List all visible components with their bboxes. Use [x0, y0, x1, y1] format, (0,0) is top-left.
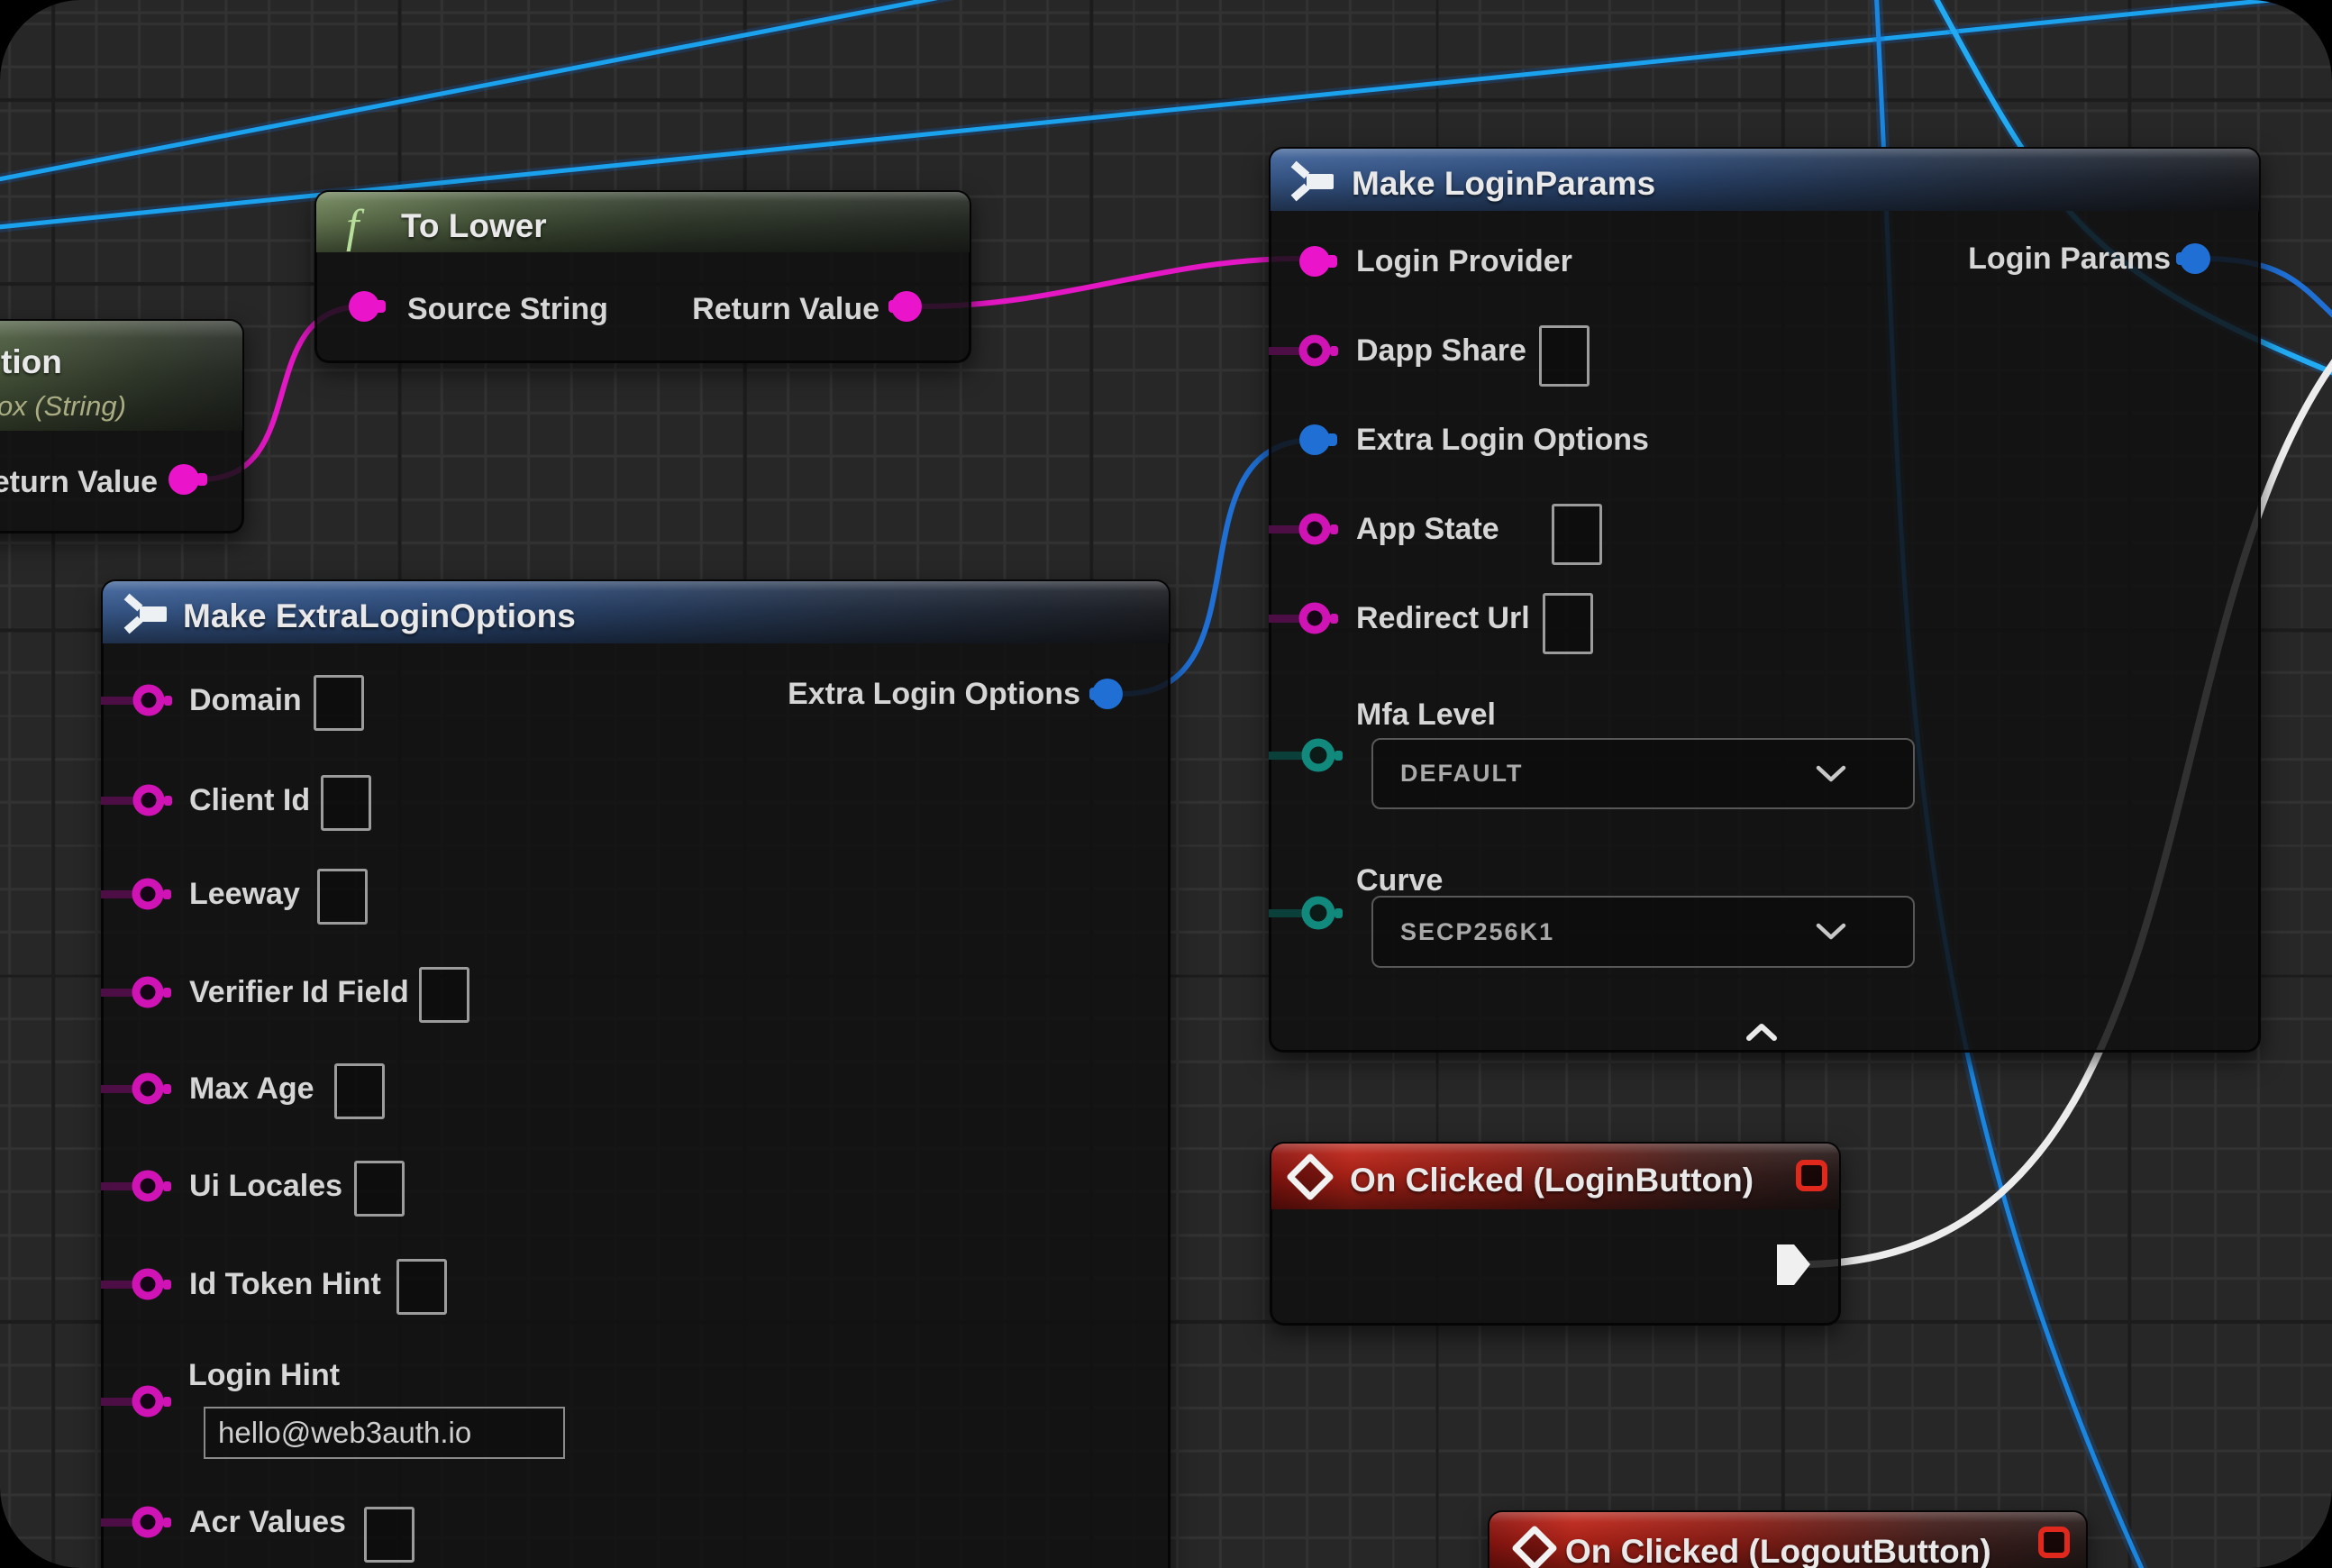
- svg-text:f: f: [346, 201, 365, 252]
